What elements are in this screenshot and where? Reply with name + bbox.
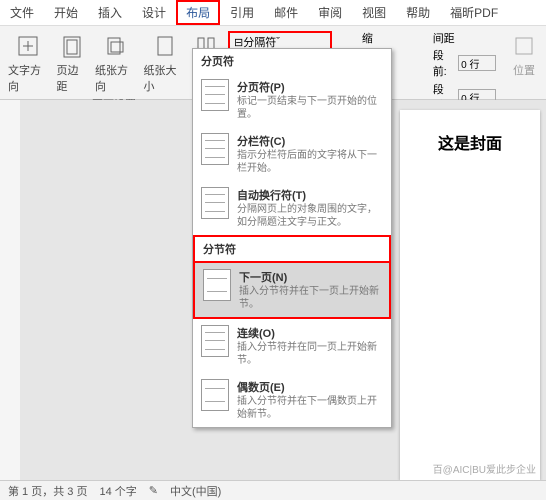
menu-home[interactable]: 开始 (44, 0, 88, 25)
section-breaks-header: 分节符 (193, 235, 391, 261)
menu-help[interactable]: 帮助 (396, 0, 440, 25)
column-break-icon (201, 133, 229, 165)
column-break-item[interactable]: 分栏符(C)指示分栏符后面的文字将从下一栏开始。 (193, 127, 391, 181)
position-button[interactable]: 位置 (506, 30, 542, 99)
text-direction-button[interactable]: 文字方向 (4, 30, 53, 96)
menu-view[interactable]: 视图 (352, 0, 396, 25)
chevron-down-icon: ˇ (276, 36, 280, 48)
breaks-dropdown: 分页符 分页符(P)标记一页结束与下一页开始的位置。 分栏符(C)指示分栏符后面… (192, 48, 392, 428)
size-icon (150, 32, 178, 60)
menu-bar: 文件 开始 插入 设计 布局 引用 邮件 审阅 视图 帮助 福昕PDF (0, 0, 546, 26)
menu-references[interactable]: 引用 (220, 0, 264, 25)
status-language[interactable]: 中文(中国) (170, 483, 221, 499)
document-page[interactable]: 这是封面 (400, 110, 540, 480)
status-words[interactable]: 14 个字 (99, 483, 136, 499)
text-wrap-break-item[interactable]: 自动换行符(T)分隔网页上的对象周围的文字，如分隔题注文字与正文。 (193, 181, 391, 235)
status-page[interactable]: 第 1 页，共 3 页 (8, 483, 87, 499)
next-page-section-item[interactable]: 下一页(N)插入分节符并在下一页上开始新节。 (193, 261, 391, 319)
margins-button[interactable]: 页边距 (53, 30, 91, 96)
continuous-section-item[interactable]: 连续(O)插入分节符并在同一页上开始新节。 (193, 319, 391, 373)
menu-foxit[interactable]: 福昕PDF (440, 0, 508, 25)
page-break-item[interactable]: 分页符(P)标记一页结束与下一页开始的位置。 (193, 73, 391, 127)
menu-insert[interactable]: 插入 (88, 0, 132, 25)
page-title: 这是封面 (400, 110, 540, 174)
menu-mailings[interactable]: 邮件 (264, 0, 308, 25)
page-break-icon (201, 79, 229, 111)
page-breaks-header: 分页符 (193, 49, 391, 73)
margins-icon (58, 32, 86, 60)
size-button[interactable]: 纸张大小 (140, 30, 189, 96)
even-page-section-item[interactable]: 偶数页(E)插入分节符并在下一偶数页上开始新节。 (193, 373, 391, 427)
menu-layout[interactable]: 布局 (176, 0, 220, 25)
status-bar: 第 1 页，共 3 页 14 个字 ✎ 中文(中国) (0, 480, 546, 500)
text-direction-icon (14, 32, 42, 60)
text-wrap-icon (201, 187, 229, 219)
orientation-icon (101, 32, 129, 60)
even-page-icon (201, 379, 229, 411)
menu-review[interactable]: 审阅 (308, 0, 352, 25)
orientation-button[interactable]: 纸张方向 (91, 30, 140, 96)
next-page-icon (203, 269, 231, 301)
vertical-ruler (0, 100, 20, 480)
continuous-icon (201, 325, 229, 357)
status-lang-icon: ✎ (149, 484, 158, 497)
menu-file[interactable]: 文件 (0, 0, 44, 25)
menu-design[interactable]: 设计 (132, 0, 176, 25)
watermark: 百@AIC|BU爱此步企业 (433, 461, 536, 476)
spacing-before-input[interactable]: 0 行 (458, 55, 496, 71)
position-icon (510, 32, 538, 60)
breaks-icon: ⊟ (234, 36, 243, 49)
spacing-label: 间距 (433, 30, 496, 46)
